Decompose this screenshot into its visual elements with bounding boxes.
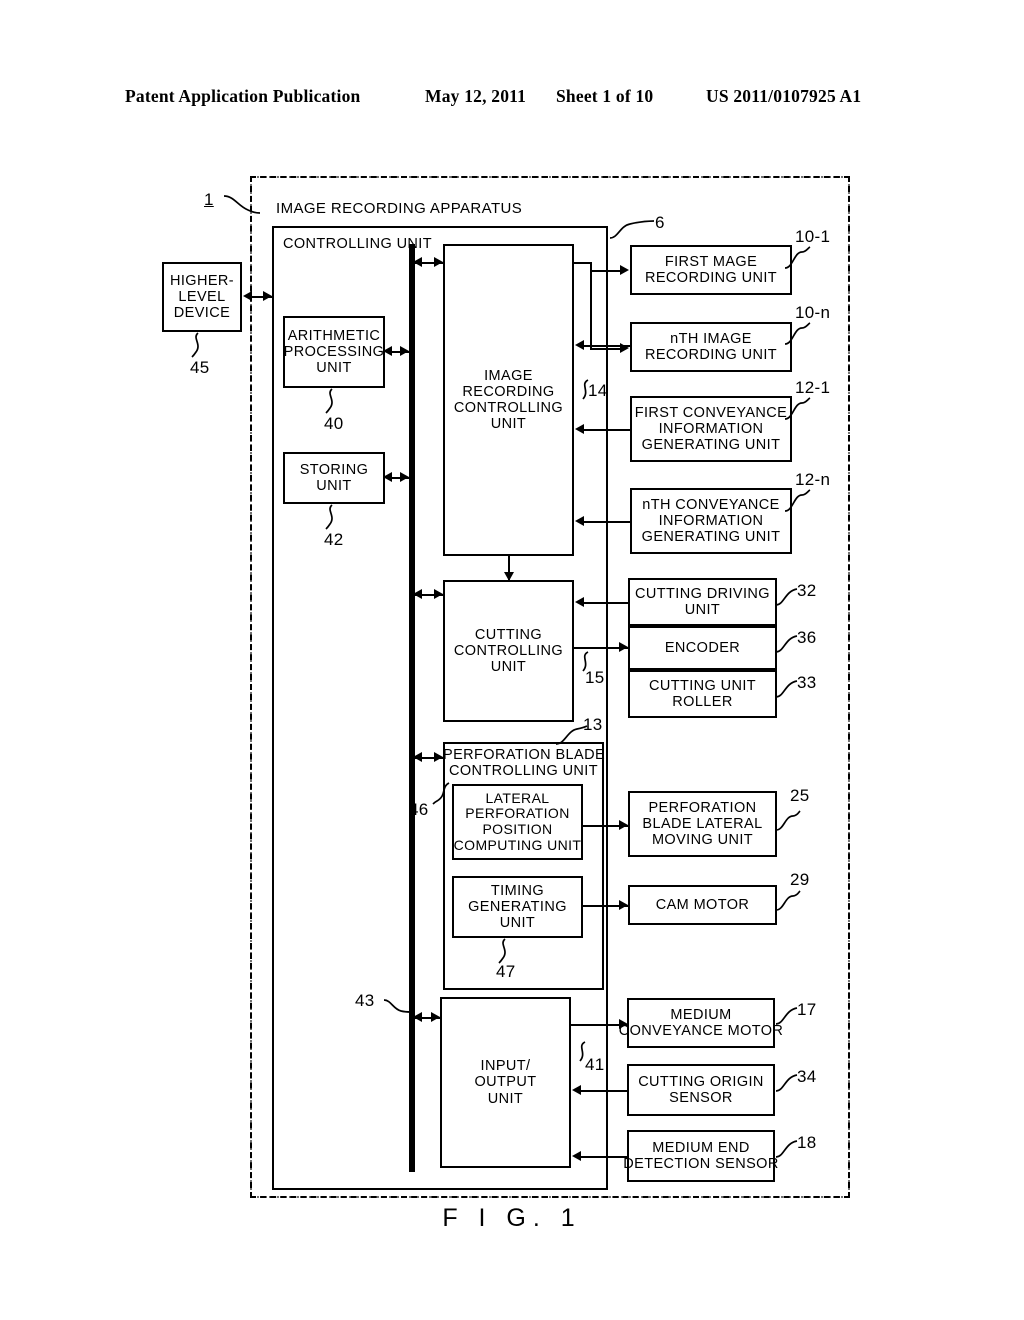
medium-end-detection-sensor-block: MEDIUM END DETECTION SENSOR: [623, 1130, 778, 1182]
leader-line-46: [432, 782, 450, 805]
leader-line-36: [775, 635, 798, 653]
cutting-controlling-unit-block: CUTTING CONTROLLING UNIT: [443, 580, 574, 722]
leader-line-47: [498, 938, 506, 964]
ref-number-41: 41: [585, 1055, 605, 1074]
ref-number-36: 36: [797, 628, 817, 647]
leader-line-32: [775, 588, 798, 606]
leader-line-43: [383, 999, 412, 1013]
leader-line-10-1: [784, 246, 811, 269]
ref-number-46: 46: [409, 800, 429, 819]
lateral-perforation-position-computing-unit-block: LATERAL PERFORATION POSITION COMPUTING U…: [452, 784, 583, 860]
ref-number-17: 17: [797, 1000, 817, 1019]
ref-number-47: 47: [496, 962, 516, 981]
first-conveyance-information-generating-unit-block: FIRST CONVEYANCE INFORMATION GENERATING …: [630, 396, 792, 462]
ref-number-18: 18: [797, 1133, 817, 1152]
cam-motor-block: CAM MOTOR: [628, 885, 777, 925]
first-image-recording-unit-block: FIRST MAGE RECORDING UNIT: [630, 245, 792, 295]
leader-line-18: [775, 1140, 798, 1158]
storing-unit-block: STORING UNIT: [283, 452, 385, 504]
nth-conveyance-information-generating-unit-block: nTH CONVEYANCE INFORMATION GENERATING UN…: [630, 488, 792, 554]
leader-line-12-1: [784, 397, 811, 420]
ref-number-14: 14: [588, 381, 608, 400]
leader-line-10-n: [784, 322, 811, 345]
system-bus: [409, 244, 415, 1172]
ref-number-15: 15: [585, 668, 605, 687]
leader-line-45: [191, 332, 199, 358]
higher-level-device-block: HIGHER- LEVEL DEVICE: [162, 262, 242, 332]
encoder-block: ENCODER: [628, 626, 777, 670]
ref-number-12-1: 12-1: [795, 378, 831, 397]
apparatus-title: IMAGE RECORDING APPARATUS: [276, 200, 523, 217]
ref-number-34: 34: [797, 1067, 817, 1086]
leader-line-40: [325, 388, 333, 414]
perforation-blade-lateral-moving-unit-block: PERFORATION BLADE LATERAL MOVING UNIT: [628, 791, 777, 857]
timing-generating-unit-block: TIMING GENERATING UNIT: [452, 876, 583, 938]
ref-number-45: 45: [190, 358, 210, 377]
image-recording-controlling-unit-block: IMAGE RECORDING CONTROLLING UNIT: [443, 244, 574, 556]
arithmetic-processing-unit-block: ARITHMETIC PROCESSING UNIT: [283, 316, 385, 388]
ref-number-12-n: 12-n: [795, 470, 831, 489]
leader-line-17: [775, 1007, 798, 1025]
perforation-blade-controlling-unit-label: PERFORATION BLADE CONTROLLING UNIT: [443, 747, 606, 780]
leader-line-42: [325, 504, 333, 530]
figure-caption: F I G. 1: [442, 1204, 582, 1232]
leader-line-6: [609, 220, 655, 239]
cutting-driving-unit-block: CUTTING DRIVING UNIT: [628, 578, 777, 626]
ref-number-10-1: 10-1: [795, 227, 831, 246]
ref-number-25: 25: [790, 786, 810, 805]
leader-line-29: [775, 890, 801, 911]
leader-line-34: [775, 1074, 798, 1092]
leader-line-12-n: [784, 489, 811, 512]
leader-line-13: [555, 725, 588, 745]
cutting-unit-roller-block: CUTTING UNIT ROLLER: [628, 670, 777, 718]
cutting-origin-sensor-block: CUTTING ORIGIN SENSOR: [627, 1064, 775, 1116]
leader-line-1: [223, 195, 261, 214]
input-output-unit-block: INPUT/ OUTPUT UNIT: [440, 997, 571, 1168]
figure-1-block-diagram: 1 IMAGE RECORDING APPARATUS CONTROLLING …: [0, 0, 1024, 1320]
ref-number-29: 29: [790, 870, 810, 889]
ref-number-33: 33: [797, 673, 817, 692]
nth-image-recording-unit-block: nTH IMAGE RECORDING UNIT: [630, 322, 792, 372]
leader-line-33: [775, 680, 798, 698]
medium-conveyance-motor-block: MEDIUM CONVEYANCE MOTOR: [619, 998, 783, 1048]
ref-number-10-n: 10-n: [795, 303, 831, 322]
leader-line-25: [775, 810, 801, 831]
ref-number-32: 32: [797, 581, 817, 600]
ref-number-1: 1: [204, 190, 214, 209]
ref-number-43: 43: [355, 991, 375, 1010]
ref-number-40: 40: [324, 414, 344, 433]
ref-number-42: 42: [324, 530, 344, 549]
